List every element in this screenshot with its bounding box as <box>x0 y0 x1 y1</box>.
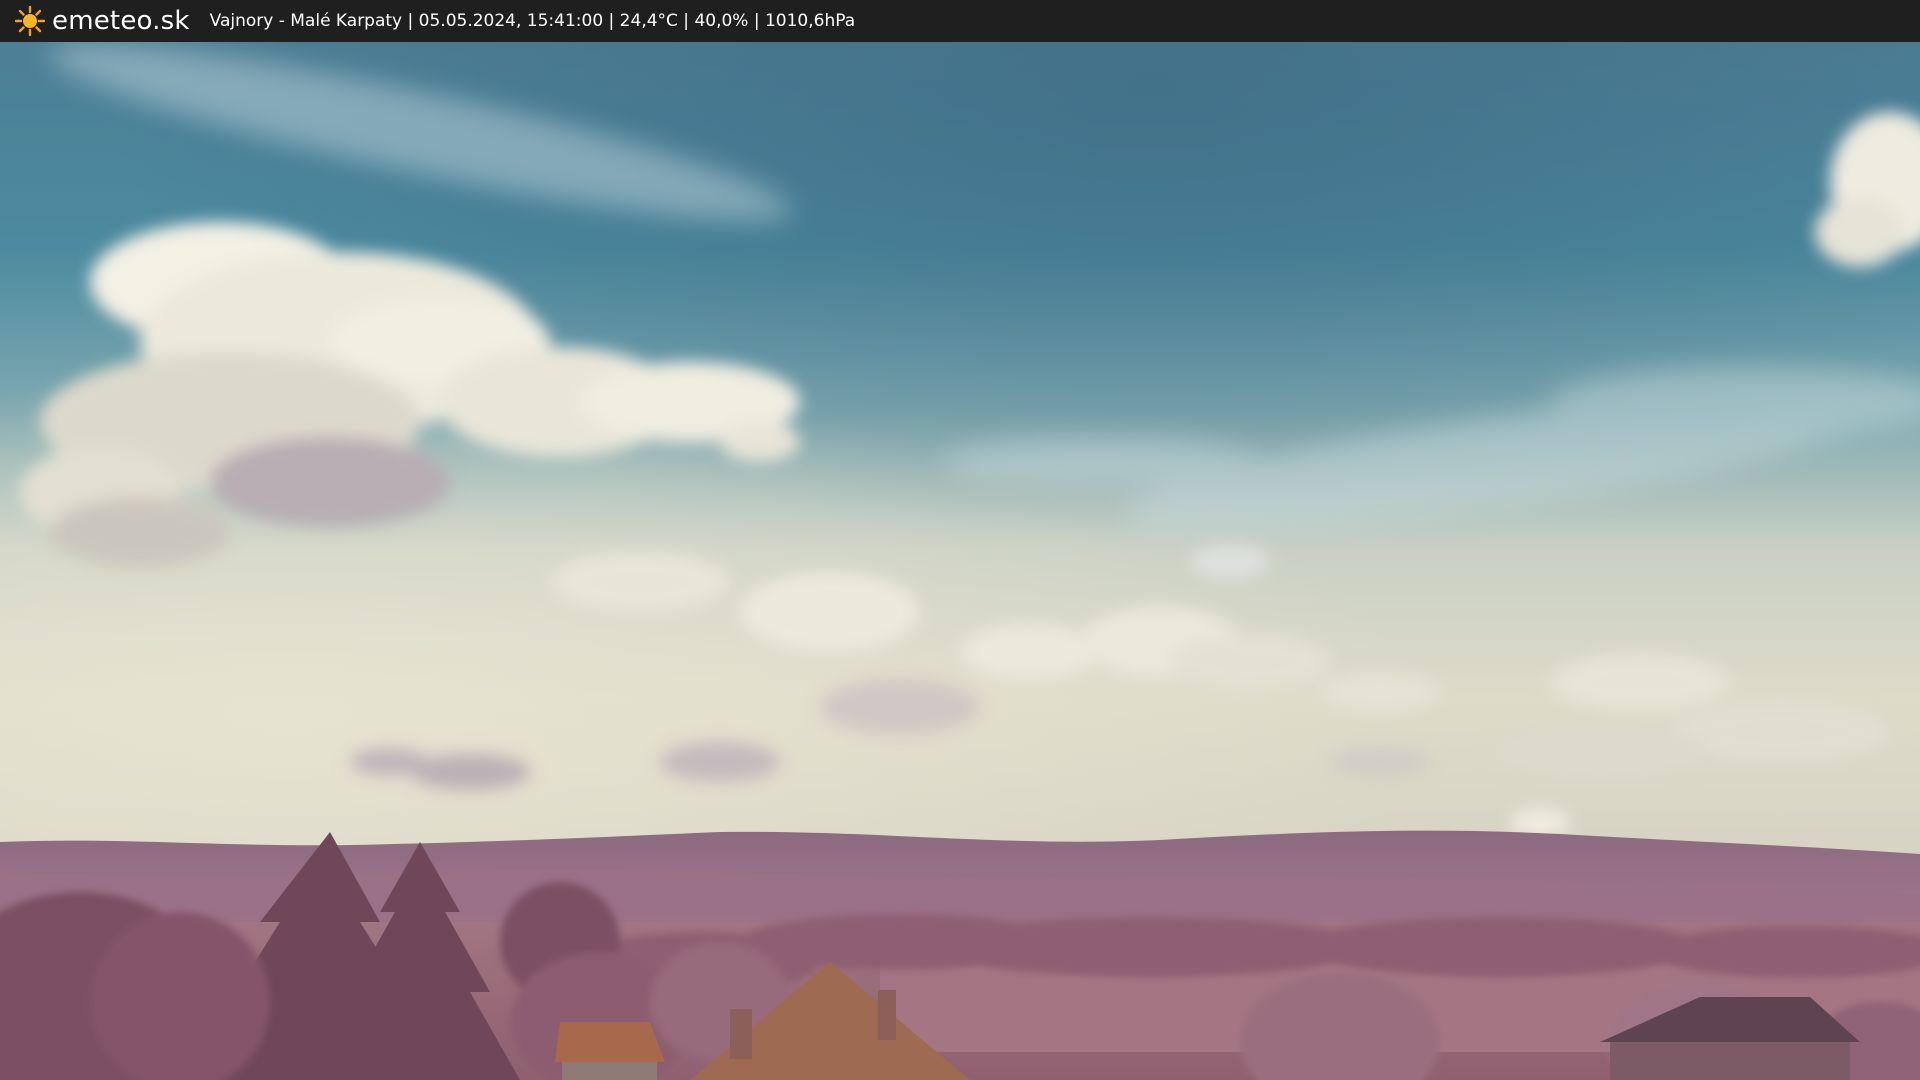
webcam-caption: Vajnory - Malé Karpaty | 05.05.2024, 15:… <box>209 11 856 31</box>
logo-text: emeteo.sk <box>52 6 190 36</box>
top-bar: emeteo.sk Vajnory - Malé Karpaty | 05.05… <box>0 0 1920 42</box>
webcam-image <box>0 42 1920 1080</box>
site-logo[interactable]: emeteo.sk <box>14 5 190 37</box>
landscape-photo <box>0 42 1920 1080</box>
sun-icon <box>14 5 46 37</box>
